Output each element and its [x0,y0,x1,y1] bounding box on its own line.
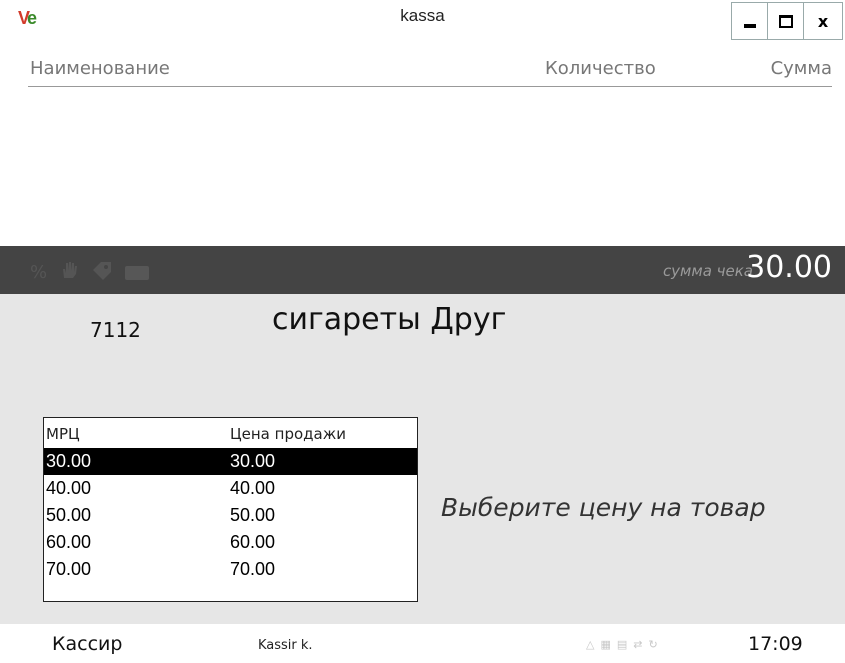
price-table: МРЦ Цена продажи 30.00 30.00 40.00 40.00… [43,417,418,602]
window-title: kassa [400,6,445,25]
mrp-cell: 60.00 [46,532,92,552]
receipt-sum-label: сумма чека [662,262,753,280]
price-row[interactable]: 50.00 50.00 [44,502,417,529]
receipt-summary-bar: % сумма чека 30.00 [0,246,845,294]
product-code: 7112 [90,318,141,342]
mrp-cell: 70.00 [46,559,92,579]
column-sum-header: Сумма [770,58,832,79]
arrows-icon: ⇄ [633,638,643,651]
cashier-name: Kassir k. [258,638,313,653]
sale-price-cell: 50.00 [230,505,276,525]
mrp-cell: 30.00 [46,451,92,471]
sale-price-cell: 70.00 [230,559,276,579]
mrp-column-header: МРЦ [46,425,80,443]
price-row[interactable]: 70.00 70.00 [44,556,417,583]
title-bar[interactable]: Ve kassa x [0,0,845,46]
maximize-button[interactable] [767,2,804,40]
maximize-icon [778,14,793,28]
mrp-cell: 50.00 [46,505,92,525]
sync-icon: ↻ [648,638,658,651]
minimize-icon [743,24,756,28]
sale-price-cell: 30.00 [230,451,276,471]
printer-icon: ▤ [616,638,628,651]
price-row[interactable]: 40.00 40.00 [44,475,417,502]
status-bar: Кассир Kassir k. △ ▦ ▤ ⇄ ↻ 17:09 [0,624,845,663]
receipt-sum-value: 30.00 [746,250,832,285]
product-name: сигареты Друг [272,302,507,337]
sale-price-column-header: Цена продажи [230,425,346,443]
window-controls: x [731,2,843,40]
minimize-button[interactable] [731,2,768,40]
sale-price-cell: 60.00 [230,532,276,552]
action-icons: % [30,260,150,285]
product-panel: 7112 сигареты Друг МРЦ Цена продажи 30.0… [0,294,845,624]
drop-icon: △ [586,638,595,651]
card-icon[interactable] [125,265,150,280]
price-row[interactable]: 60.00 60.00 [44,529,417,556]
percent-icon[interactable]: % [30,262,47,283]
status-icons: △ ▦ ▤ ⇄ ↻ [586,638,658,651]
price-row[interactable]: 30.00 30.00 [44,448,417,475]
column-name-header: Наименование [30,58,170,79]
receipt-header: Наименование Количество Сумма [28,56,832,87]
sale-price-cell: 40.00 [230,478,276,498]
column-quantity-header: Количество [545,58,656,79]
network-icon: ▦ [600,638,611,651]
mrp-cell: 40.00 [46,478,92,498]
tag-icon[interactable] [91,260,113,285]
select-price-prompt: Выберите цену на товар [441,493,766,522]
price-table-header: МРЦ Цена продажи [44,418,417,448]
cashier-label: Кассир [52,633,123,655]
kassa-window: Ve kassa x Наименование Количество Сумма… [0,0,845,663]
clock: 17:09 [748,633,803,655]
close-button[interactable]: x [803,2,843,40]
close-icon: x [817,11,829,31]
hand-icon[interactable] [59,260,79,285]
